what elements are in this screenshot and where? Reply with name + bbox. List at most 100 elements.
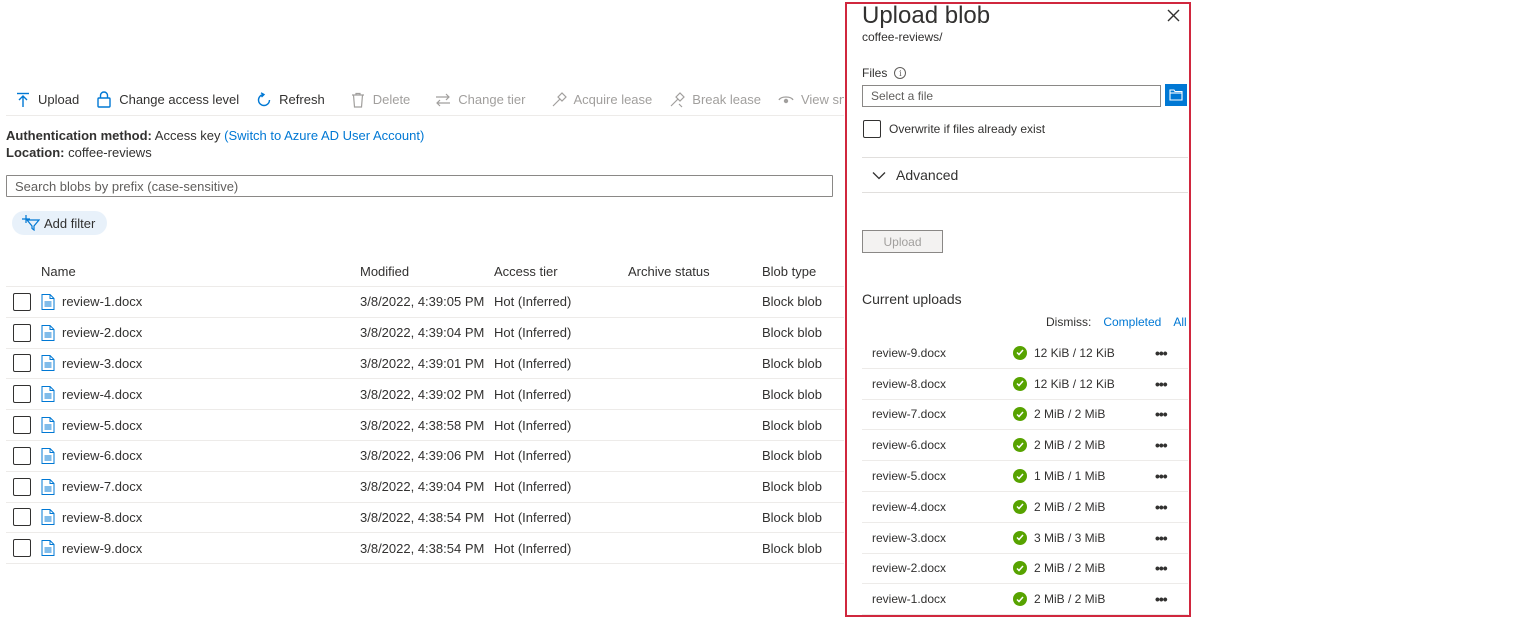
blob-name[interactable]: review-2.docx [62, 325, 142, 340]
more-options-icon[interactable]: ••• [1155, 499, 1179, 515]
dismiss-completed-link[interactable]: Completed [1103, 315, 1161, 329]
acquire-lease-button[interactable]: Acquire lease [542, 85, 661, 115]
select-file-input[interactable] [862, 85, 1161, 107]
current-uploads-heading: Current uploads [862, 291, 962, 307]
table-row[interactable]: review-3.docx 3/8/2022, 4:39:01 PM Hot (In… [6, 349, 844, 380]
row-checkbox[interactable] [13, 416, 31, 435]
table-row[interactable]: review-2.docx 3/8/2022, 4:39:04 PM Hot (In… [6, 318, 844, 349]
view-snapshots-button[interactable]: View snapshots [769, 85, 844, 115]
more-options-icon[interactable]: ••• [1155, 376, 1179, 392]
table-row[interactable]: review-4.docx 3/8/2022, 4:39:02 PM Hot (In… [6, 379, 844, 411]
dismiss-bar: Dismiss: Completed All [1046, 315, 1187, 329]
table-body: review-1.docx 3/8/2022, 4:39:05 PM Hot (In… [6, 287, 844, 565]
upload-progress-size: 2 MiB / 2 MiB [1034, 407, 1106, 422]
folder-icon [1169, 89, 1183, 101]
swap-arrows-icon [434, 91, 452, 109]
break-lease-label: Break lease [692, 92, 761, 107]
acquire-lease-label: Acquire lease [573, 92, 653, 107]
more-options-icon[interactable]: ••• [1155, 560, 1179, 576]
overwrite-checkbox[interactable] [863, 120, 881, 138]
break-lease-button[interactable]: Break lease [660, 85, 769, 115]
table-header: Name Modified Access tier Archive status… [6, 257, 844, 287]
blob-access-tier: Hot (Inferred) [494, 448, 572, 464]
blob-type: Block blob [762, 355, 822, 371]
switch-auth-link[interactable]: (Switch to Azure AD User Account) [224, 128, 424, 143]
table-row[interactable]: review-5.docx 3/8/2022, 4:38:58 PM Hot (In… [6, 410, 844, 441]
column-header-modified[interactable]: Modified [360, 264, 494, 279]
upload-file-name: review-8.docx [872, 376, 947, 391]
blob-modified: 3/8/2022, 4:39:02 PM [360, 386, 485, 402]
row-checkbox[interactable] [13, 292, 31, 311]
more-options-icon[interactable]: ••• [1155, 530, 1179, 546]
search-blobs-input[interactable] [6, 175, 833, 197]
column-header-name[interactable]: Name [41, 264, 360, 279]
column-header-access-tier[interactable]: Access tier [494, 264, 628, 279]
blob-name[interactable]: review-1.docx [62, 294, 142, 309]
more-options-icon[interactable]: ••• [1155, 437, 1179, 453]
row-checkbox[interactable] [13, 508, 31, 527]
blob-name[interactable]: review-7.docx [62, 479, 142, 494]
column-header-archive-status[interactable]: Archive status [628, 264, 762, 279]
blob-name[interactable]: review-8.docx [62, 510, 142, 525]
row-checkbox[interactable] [13, 354, 31, 373]
table-row[interactable]: review-6.docx 3/8/2022, 4:39:06 PM Hot (In… [6, 441, 844, 472]
add-filter-button[interactable]: Add filter [12, 211, 108, 235]
blob-access-tier: Hot (Inferred) [494, 294, 572, 310]
blob-modified: 3/8/2022, 4:39:04 PM [360, 325, 485, 341]
blob-type: Block blob [762, 325, 822, 341]
more-options-icon[interactable]: ••• [1155, 591, 1179, 607]
change-access-level-button[interactable]: Change access level [87, 85, 247, 115]
upload-button[interactable]: Upload [6, 85, 87, 115]
upload-progress-size: 12 KiB / 12 KiB [1034, 345, 1115, 360]
delete-button[interactable]: Delete [341, 85, 419, 115]
row-checkbox[interactable] [13, 446, 31, 465]
upload-progress-size: 12 KiB / 12 KiB [1034, 376, 1115, 391]
blob-name[interactable]: review-4.docx [62, 387, 142, 402]
upload-list-item: review-6.docx 2 MiB / 2 MiB ••• [862, 430, 1188, 462]
blob-name[interactable]: review-9.docx [62, 541, 142, 556]
table-row[interactable]: review-8.docx 3/8/2022, 4:38:54 PM Hot (In… [6, 503, 844, 534]
row-checkbox[interactable] [13, 539, 31, 558]
success-check-icon [1013, 561, 1027, 576]
dismiss-all-link[interactable]: All [1173, 315, 1186, 329]
change-tier-button[interactable]: Change tier [426, 85, 533, 115]
blob-name[interactable]: review-5.docx [62, 418, 142, 433]
success-check-icon [1013, 376, 1027, 391]
more-options-icon[interactable]: ••• [1155, 406, 1179, 422]
more-options-icon[interactable]: ••• [1155, 468, 1179, 484]
blob-access-tier: Hot (Inferred) [494, 509, 572, 525]
files-label: Files [862, 66, 888, 80]
blob-access-tier: Hot (Inferred) [494, 479, 572, 495]
dismiss-label: Dismiss: [1046, 315, 1092, 329]
browse-files-button[interactable] [1165, 84, 1187, 106]
upload-submit-button[interactable]: Upload [862, 230, 943, 253]
upload-list-item: review-1.docx 2 MiB / 2 MiB ••• [862, 584, 1188, 616]
blob-name[interactable]: review-6.docx [62, 448, 142, 463]
document-icon [41, 386, 55, 403]
info-icon[interactable]: i [894, 67, 907, 79]
blob-name[interactable]: review-3.docx [62, 356, 142, 371]
upload-icon [14, 91, 32, 109]
refresh-button[interactable]: Refresh [247, 85, 333, 115]
more-options-icon[interactable]: ••• [1155, 345, 1179, 361]
upload-progress-size: 2 MiB / 2 MiB [1034, 561, 1106, 576]
column-header-blob-type[interactable]: Blob type [762, 264, 844, 279]
close-panel-button[interactable] [1164, 6, 1182, 24]
advanced-section-toggle[interactable]: Advanced [862, 157, 1188, 193]
overwrite-checkbox-row[interactable]: Overwrite if files already exist [863, 120, 1045, 138]
table-row[interactable]: review-7.docx 3/8/2022, 4:39:04 PM Hot (In… [6, 472, 844, 503]
table-row[interactable]: review-9.docx 3/8/2022, 4:38:54 PM Hot (In… [6, 533, 844, 565]
row-checkbox[interactable] [13, 385, 31, 404]
document-icon [41, 324, 55, 341]
table-row[interactable]: review-1.docx 3/8/2022, 4:39:05 PM Hot (In… [6, 287, 844, 318]
upload-progress-size: 2 MiB / 2 MiB [1034, 438, 1106, 453]
trash-icon [349, 91, 367, 109]
row-checkbox[interactable] [13, 323, 31, 342]
blob-type: Block blob [762, 294, 822, 310]
row-checkbox[interactable] [13, 477, 31, 496]
container-info: Authentication method: Access key (Switc… [6, 127, 424, 161]
overwrite-label: Overwrite if files already exist [889, 122, 1046, 136]
files-field-label: Files i [862, 66, 907, 80]
lock-icon [95, 91, 113, 109]
refresh-icon [255, 91, 273, 109]
